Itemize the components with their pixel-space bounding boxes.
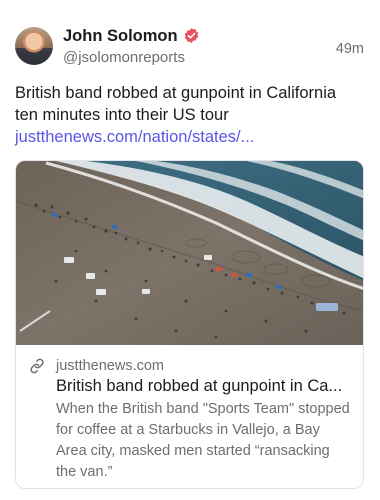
post-time[interactable]: 49m (336, 41, 364, 57)
post[interactable]: John Solomon @jsolomonreports 49m Britis… (0, 0, 380, 500)
card-description: When the British band "Sports Team" stop… (56, 401, 350, 480)
card-info: justthenews.com British band robbed at g… (16, 345, 363, 483)
card-domain-row: justthenews.com (28, 357, 351, 375)
avatar[interactable] (15, 27, 53, 65)
post-link[interactable]: justthenews.com/nation/states/... (15, 126, 360, 148)
card-domain: justthenews.com (56, 358, 164, 374)
author-names: John Solomon @jsolomonreports (63, 26, 200, 67)
post-text: British band robbed at gunpoint in Calif… (15, 82, 360, 148)
link-icon (30, 358, 44, 374)
author-handle[interactable]: @jsolomonreports (63, 49, 200, 67)
post-header: John Solomon @jsolomonreports 49m (15, 22, 364, 70)
author-name[interactable]: John Solomon (63, 26, 178, 46)
post-text-content: British band robbed at gunpoint in Calif… (15, 84, 337, 124)
verified-badge-icon (184, 28, 198, 43)
author-name-row[interactable]: John Solomon (63, 26, 200, 46)
link-preview-card[interactable]: justthenews.com British band robbed at g… (15, 160, 364, 489)
card-image[interactable] (16, 161, 364, 345)
card-title[interactable]: British band robbed at gunpoint in Ca... (56, 375, 351, 397)
